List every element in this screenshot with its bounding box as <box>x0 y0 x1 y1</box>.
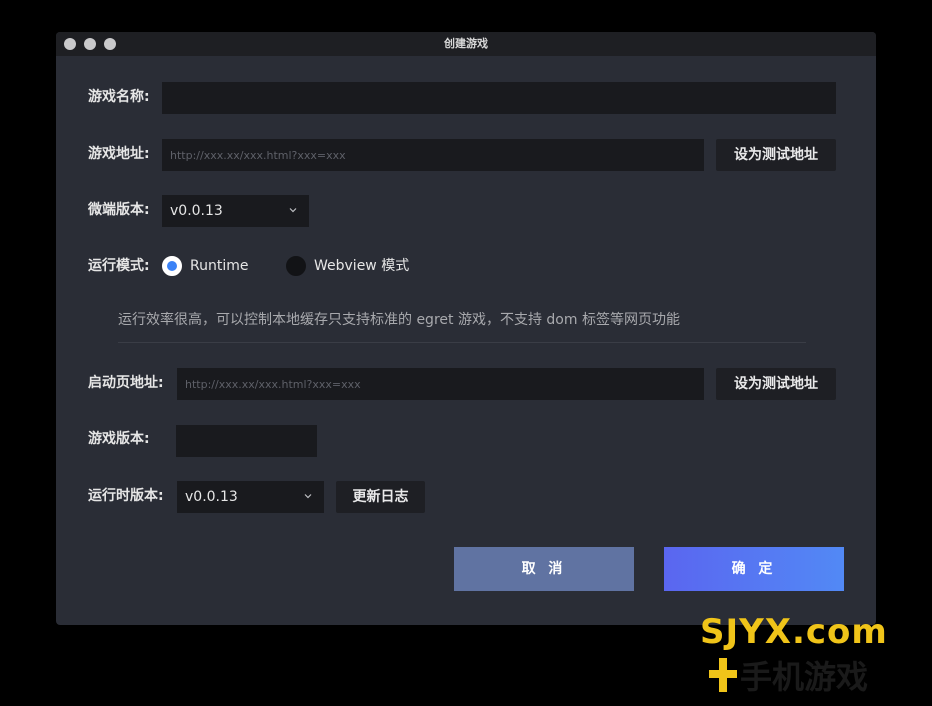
game-url-label: 游戏地址: <box>88 146 150 162</box>
watermark-tagline-text: 手机游戏 <box>740 658 869 696</box>
run-mode-webview-radio[interactable]: Webview 模式 <box>286 255 426 277</box>
run-mode-label: 运行模式: <box>88 258 150 274</box>
start-page-label: 启动页地址: <box>88 375 164 391</box>
runtime-version-value: v0.0.13 <box>185 489 238 505</box>
create-game-window: 创建游戏 游戏名称: 游戏地址: 设为测试地址 微端版本: v0.0.13 运行… <box>56 32 876 625</box>
confirm-button[interactable]: 确 定 <box>664 547 844 591</box>
cancel-button[interactable]: 取 消 <box>454 547 634 591</box>
set-test-url-button[interactable]: 设为测试地址 <box>716 139 836 171</box>
run-mode-hint: 运行效率很高，可以控制本地缓存只支持标准的 egret 游戏，不支持 dom 标… <box>118 312 680 328</box>
start-page-input[interactable] <box>177 368 704 400</box>
runtime-version-select[interactable]: v0.0.13 <box>177 481 324 513</box>
changelog-button[interactable]: 更新日志 <box>336 481 425 513</box>
runtime-version-label: 运行时版本: <box>88 488 164 504</box>
title-bar: 创建游戏 <box>56 32 876 56</box>
plus-icon <box>709 658 737 692</box>
radio-checked-icon <box>162 256 182 276</box>
run-mode-runtime-label: Runtime <box>190 258 249 274</box>
micro-version-label: 微端版本: <box>88 202 150 218</box>
set-test-url-button-2[interactable]: 设为测试地址 <box>716 368 836 400</box>
micro-version-value: v0.0.13 <box>170 203 223 219</box>
game-name-label: 游戏名称: <box>88 89 150 105</box>
micro-version-select[interactable]: v0.0.13 <box>162 195 309 227</box>
watermark-logo: SJYX.com <box>700 612 888 652</box>
game-version-label: 游戏版本: <box>88 431 150 447</box>
run-mode-runtime-radio[interactable]: Runtime <box>162 255 262 277</box>
game-name-input[interactable] <box>162 82 836 114</box>
chevron-down-icon <box>302 481 314 513</box>
window-title: 创建游戏 <box>444 37 488 50</box>
game-version-input[interactable] <box>176 425 317 457</box>
game-url-input[interactable] <box>162 139 704 171</box>
run-mode-webview-label: Webview 模式 <box>314 258 410 274</box>
section-divider <box>118 342 806 343</box>
radio-unchecked-icon <box>286 256 306 276</box>
chevron-down-icon <box>287 195 299 227</box>
